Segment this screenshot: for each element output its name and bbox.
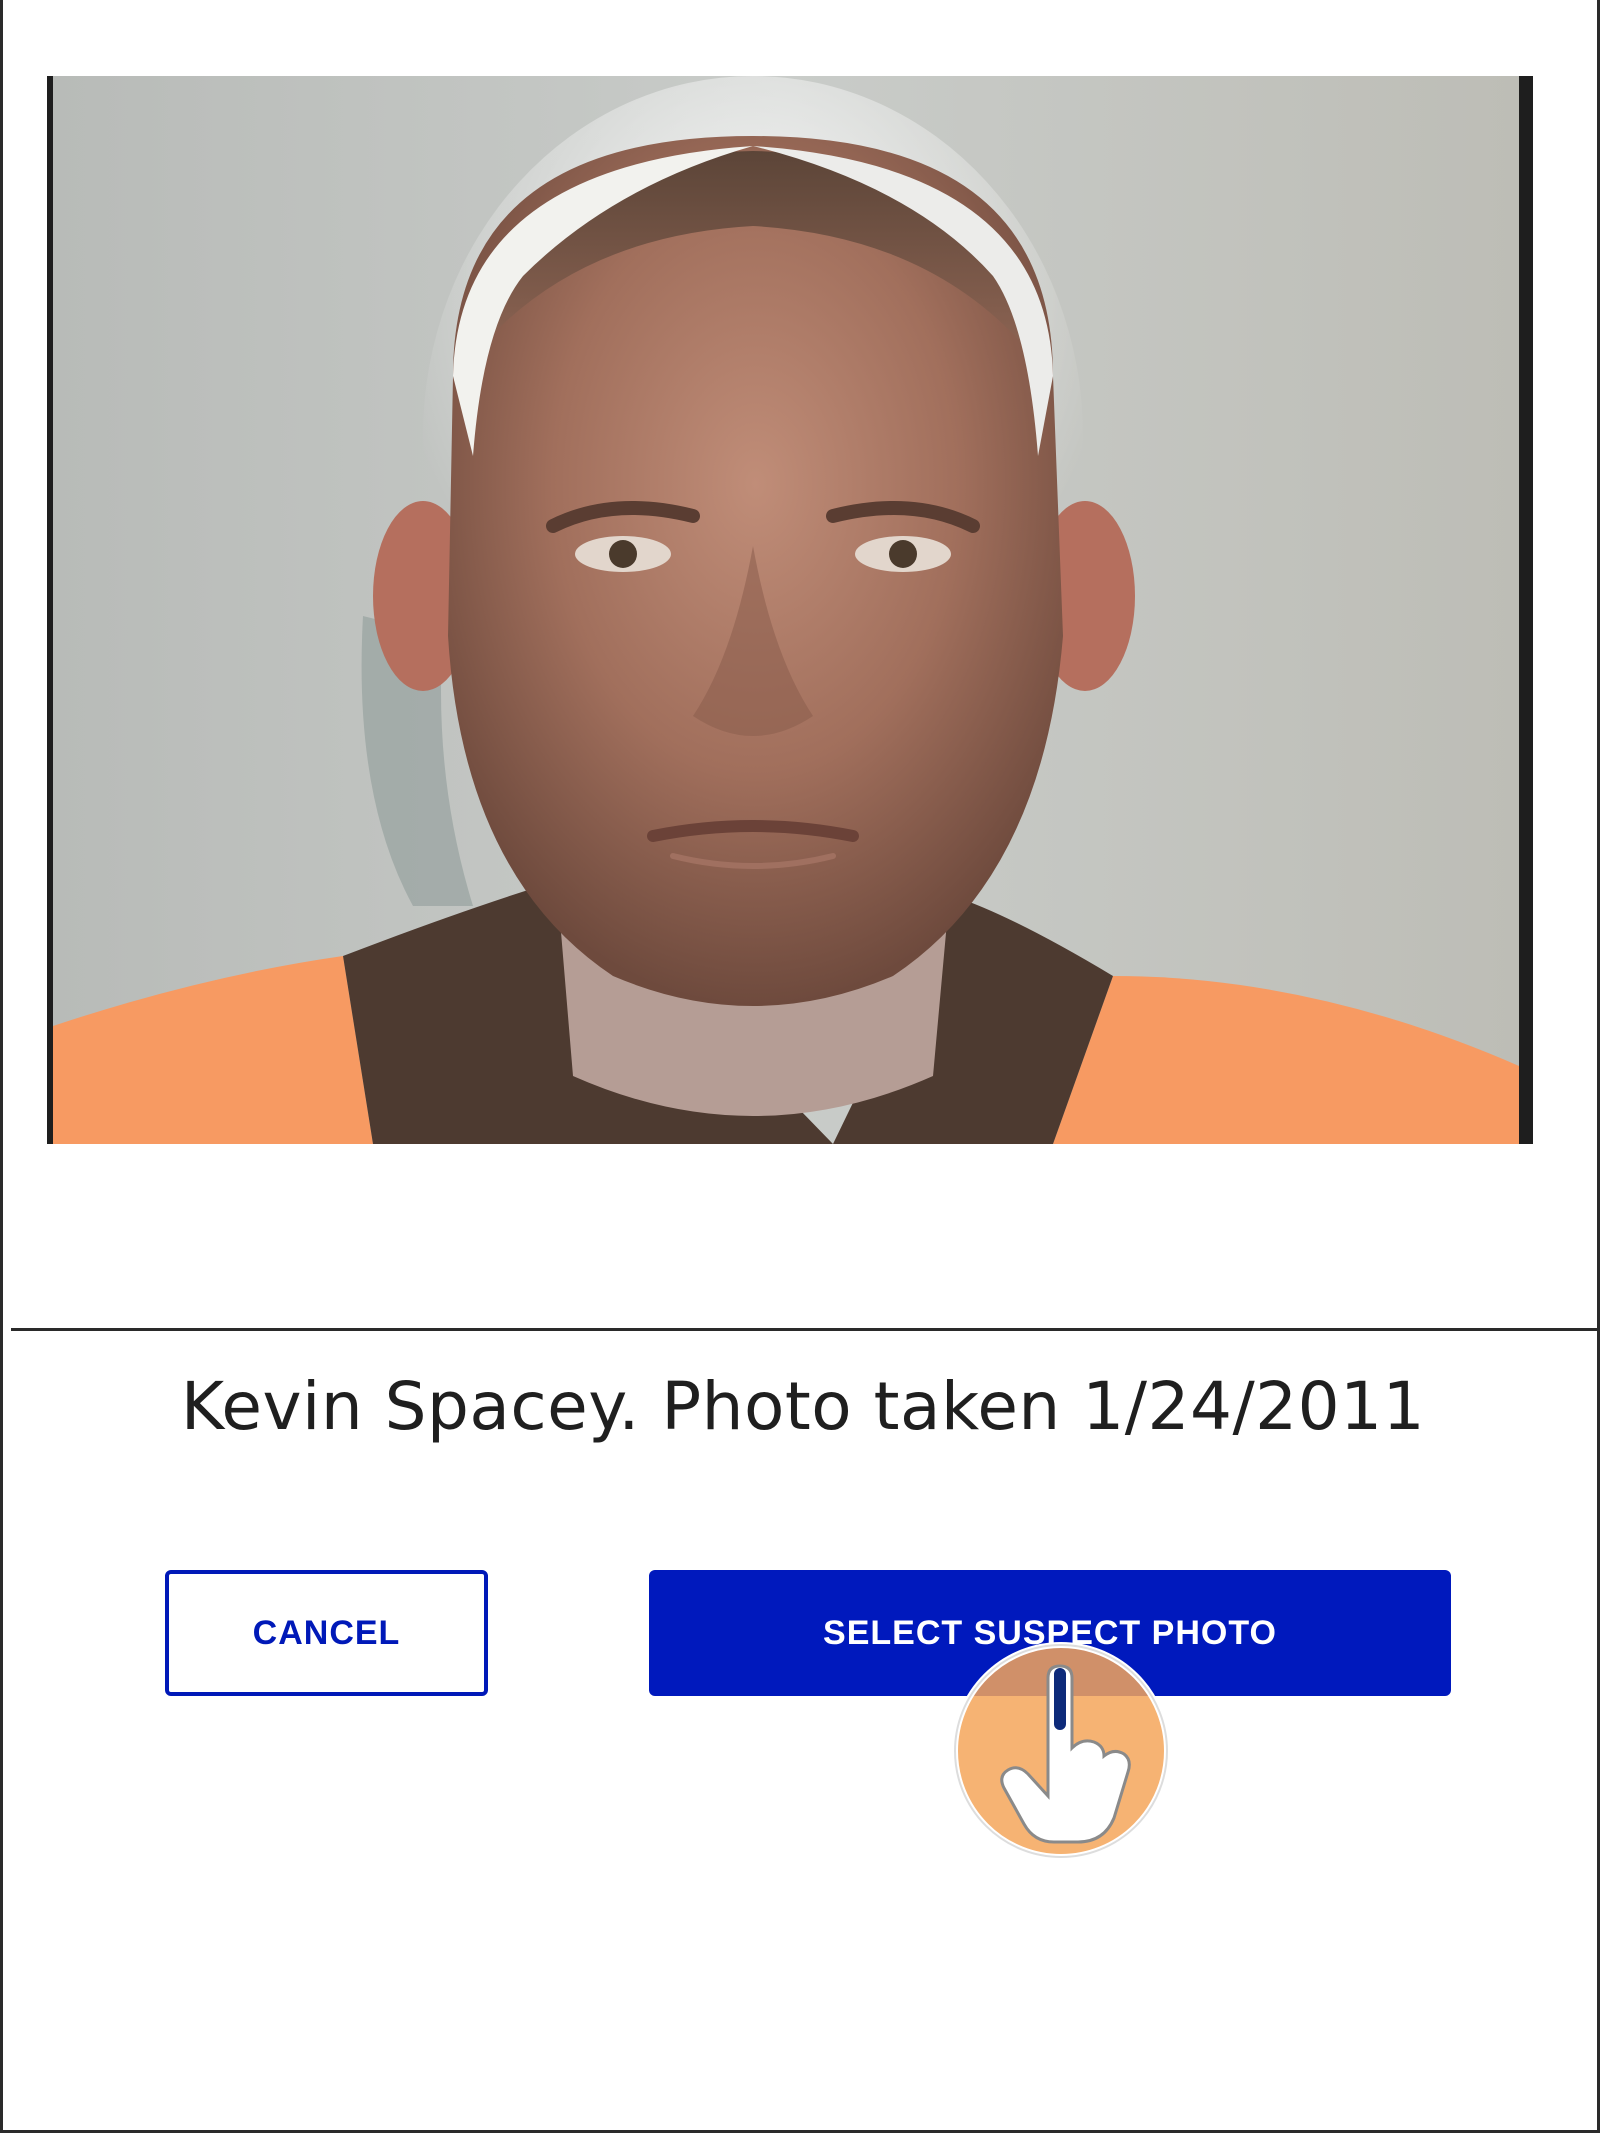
suspect-photo bbox=[47, 76, 1533, 1144]
cancel-button[interactable]: CANCEL bbox=[165, 1570, 488, 1696]
mugshot-image bbox=[53, 76, 1519, 1144]
section-divider bbox=[11, 1328, 1600, 1331]
photo-caption: Kevin Spacey. Photo taken 1/24/2011 bbox=[180, 1368, 1426, 1445]
tap-hand-icon bbox=[952, 1642, 1170, 1860]
dialog-frame: Kevin Spacey. Photo taken 1/24/2011 CANC… bbox=[0, 0, 1600, 2133]
